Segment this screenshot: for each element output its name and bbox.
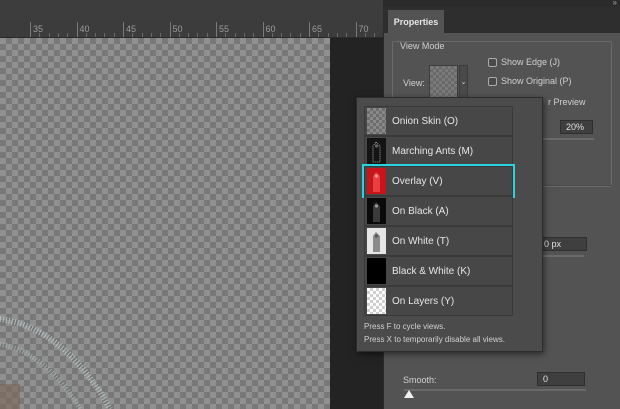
ruler-major-tick [76,22,78,37]
ruler-major-tick [355,22,357,37]
horizontal-ruler: 35 40 45 50 55 60 65 70 [0,22,383,38]
show-original-label: Show Original (P) [501,76,572,86]
smooth-slider[interactable] [404,389,586,391]
ruler-minor-tick [141,33,143,37]
ruler-minor-tick [188,33,190,37]
ruler-minor-tick [346,33,348,37]
ruler-minor-tick [85,33,87,37]
black-white-thumbnail [367,258,386,284]
smooth-label: Smooth: [403,375,437,385]
show-edge-checkbox[interactable]: Show Edge (J) [488,57,560,67]
ruler-minor-tick [48,33,50,37]
panel-header-strip: » [383,0,620,7]
ruler-label: 45 [126,24,137,34]
ruler-major-tick [262,22,264,37]
selection-edge-preview [0,316,113,409]
smooth-input[interactable]: 0 [537,372,585,386]
hint-cycle-views: Press F to cycle views. [364,322,446,331]
ruler-label: 50 [172,24,183,34]
smooth-slider-thumb[interactable] [404,390,414,398]
ruler-minor-tick [327,33,329,37]
canvas-area[interactable] [0,38,383,409]
checkbox-box[interactable] [488,76,497,86]
ruler-minor-tick [253,33,255,37]
ruler-minor-tick [290,33,292,37]
ruler-minor-tick [67,33,69,37]
preview-label-partial: r Preview [548,97,586,107]
view-option-overlay[interactable]: Overlay (V) [362,164,515,198]
on-white-thumbnail [367,228,386,254]
overlay-thumbnail [367,168,386,194]
ruler-major-tick [123,22,124,37]
ruler-minor-tick [374,33,376,37]
view-mode-title: View Mode [400,41,445,51]
ruler-minor-tick [299,33,301,37]
on-layers-thumbnail [367,288,386,314]
ruler-major-tick [309,22,310,37]
ruler-label: 70 [358,24,369,34]
show-edge-label: Show Edge (J) [501,57,561,67]
option-label: On Black (A) [392,205,449,217]
ruler-minor-tick [336,33,338,37]
radius-input[interactable]: 0 px [539,237,587,251]
ruler-minor-tick [57,33,59,37]
ruler-minor-tick [225,33,227,37]
ruler-minor-tick [364,33,366,37]
option-label: Marching Ants (M) [392,145,474,157]
ruler-minor-tick [160,33,162,37]
view-option-marching-ants[interactable]: Marching Ants (M) [364,136,513,166]
ruler-minor-tick [234,33,236,37]
view-mode-popup: Onion Skin (O) Marching Ants (M) Overlay… [356,97,543,352]
ruler-label: 40 [79,24,90,34]
ruler-minor-tick [281,33,283,37]
ruler-major-tick [216,22,217,37]
ruler-minor-tick [178,33,180,37]
ruler-minor-tick [150,33,152,37]
ruler-minor-tick [113,33,115,37]
ruler-minor-tick [132,33,134,37]
show-original-checkbox[interactable]: Show Original (P) [488,76,572,86]
ruler-minor-tick [243,33,245,37]
opacity-input[interactable]: 20% [560,120,593,134]
option-label: Overlay (V) [392,175,443,187]
ruler-major-tick [169,22,171,37]
view-option-onion-skin[interactable]: Onion Skin (O) [364,106,513,136]
on-black-thumbnail [367,198,386,224]
opacity-slider[interactable] [534,138,594,140]
onion-skin-thumbnail [367,108,386,134]
ruler-label: 35 [33,24,44,34]
ruler-minor-tick [104,33,106,37]
view-mode-dropdown-chevron-icon[interactable]: ⌄ [459,65,468,98]
panel-tab-bar: Properties [383,7,620,33]
ruler-minor-tick [39,33,41,37]
ruler-label: 65 [312,24,323,34]
tab-properties[interactable]: Properties [388,10,444,33]
marching-ants-thumbnail [367,138,386,164]
view-label: View: [403,78,425,88]
view-option-on-black[interactable]: On Black (A) [364,196,513,226]
option-label: On Layers (Y) [392,295,455,307]
view-option-on-white[interactable]: On White (T) [364,226,513,256]
ruler-major-tick [30,22,31,37]
ruler-minor-tick [95,33,97,37]
ruler-label: 60 [265,24,276,34]
document-tab-bar [0,0,383,22]
checkbox-box[interactable] [488,57,497,67]
option-label: On White (T) [392,235,450,247]
ruler-minor-tick [318,33,320,37]
collapse-panels-icon[interactable]: » [613,0,618,7]
ruler-label: 55 [219,24,230,34]
option-label: Onion Skin (O) [392,115,459,127]
view-mode-thumbnail[interactable] [429,65,458,98]
option-label: Black & White (K) [392,265,471,277]
ruler-minor-tick [206,33,208,37]
ruler-minor-tick [197,33,199,37]
view-option-black-white[interactable]: Black & White (K) [364,256,513,286]
view-option-on-layers[interactable]: On Layers (Y) [364,286,513,316]
ruler-minor-tick [271,33,273,37]
hint-disable-views: Press X to temporarily disable all views… [364,335,505,344]
